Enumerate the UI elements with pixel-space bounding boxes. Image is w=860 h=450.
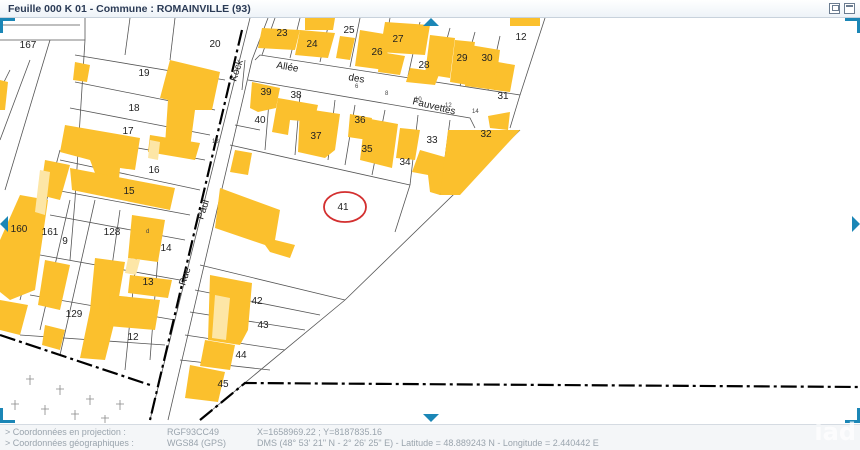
- parcel-label: 129: [66, 309, 83, 320]
- coordinates-footer: > Coordonnées en projection : RGF93CC49 …: [0, 424, 860, 450]
- small-label: 12: [445, 103, 452, 109]
- geographic-system: WGS84 (GPS): [167, 438, 227, 448]
- parcel-label: 33: [426, 135, 438, 146]
- parcel-label: 36: [354, 115, 366, 126]
- geographic-value: DMS (48° 53' 21" N - 2° 26' 25" E) - Lat…: [257, 438, 599, 448]
- iad-watermark-logo: iad: [814, 418, 856, 446]
- parcel-label: 35: [361, 144, 373, 155]
- parcel-label: 25: [343, 25, 355, 36]
- parcel-label: 160: [11, 224, 28, 235]
- parcel-label: 27: [392, 34, 404, 45]
- pan-right-arrow-icon[interactable]: [852, 216, 860, 232]
- parcel-label: 28: [418, 60, 430, 71]
- street-label: Rue: [177, 266, 193, 287]
- parcel-label: 31: [497, 91, 509, 102]
- parcel-label: 12: [515, 32, 527, 43]
- parcel-label: 13: [142, 277, 154, 288]
- parcel-label: 42: [251, 296, 263, 307]
- parcel-label: 38: [290, 90, 302, 101]
- parcel-label: 43: [257, 320, 269, 331]
- geographic-label: > Coordonnées géographiques :: [5, 438, 134, 448]
- window-title: Feuille 000 K 01 - Commune : ROMAINVILLE…: [8, 3, 251, 15]
- small-label: 10: [415, 97, 422, 103]
- parcel-label: 30: [481, 53, 493, 64]
- parcel-label: 24: [306, 39, 318, 50]
- projection-label: > Coordonnées en projection :: [5, 427, 126, 437]
- maximize-icon[interactable]: [844, 3, 855, 14]
- parcel-label: 44: [235, 350, 247, 361]
- corner-bracket-top-left: [0, 18, 15, 33]
- parcel-label: 40: [254, 115, 266, 126]
- projection-system: RGF93CC49: [167, 427, 220, 437]
- corner-bracket-top-right: [845, 18, 860, 33]
- parcel-label: 20: [209, 39, 221, 50]
- parcel-label: 29: [456, 53, 468, 64]
- pan-down-arrow-icon[interactable]: [423, 414, 439, 422]
- parcel-label: 9: [62, 236, 68, 247]
- small-label: 6: [355, 84, 359, 90]
- parcel-label: 16: [148, 165, 160, 176]
- street-label: Allée: [275, 60, 299, 75]
- street-label: Paul: [195, 198, 212, 220]
- pan-left-arrow-icon[interactable]: [0, 216, 8, 232]
- parcel-label: 128: [104, 227, 121, 238]
- parcel-label: 34: [399, 157, 411, 168]
- pan-up-arrow-icon[interactable]: [423, 18, 439, 26]
- parcel-label: 19: [138, 68, 150, 79]
- projection-value: X=1658969.22 ; Y=8187835.16: [257, 427, 382, 437]
- parcel-label: 161: [42, 227, 59, 238]
- parcel-label: 41: [337, 202, 349, 213]
- parcel-label: 23: [276, 28, 288, 39]
- small-label: 8: [385, 91, 389, 97]
- parcel-label: 45: [217, 379, 229, 390]
- corner-bracket-bottom-left: [0, 408, 15, 423]
- small-label: d: [146, 229, 149, 235]
- cadastre-map[interactable]: 167 20 23 24 25 26 27 12 19 28 29 30 31 …: [0, 18, 860, 424]
- restore-icon[interactable]: [829, 3, 840, 14]
- window-titlebar: Feuille 000 K 01 - Commune : ROMAINVILLE…: [0, 0, 860, 18]
- parcel-label: 26: [371, 47, 383, 58]
- small-label: 18: [212, 139, 219, 145]
- parcel-label: 32: [480, 129, 492, 140]
- parcel-label: 39: [260, 87, 272, 98]
- parcel-label: 15: [123, 186, 135, 197]
- parcel-label: 12: [127, 332, 139, 343]
- parcel-label: 18: [128, 103, 140, 114]
- parcel-label: 167: [20, 40, 37, 51]
- small-label: 14: [472, 109, 479, 115]
- parcel-label: 37: [310, 131, 322, 142]
- parcel-label: 17: [122, 126, 134, 137]
- parcel-label: 14: [160, 243, 172, 254]
